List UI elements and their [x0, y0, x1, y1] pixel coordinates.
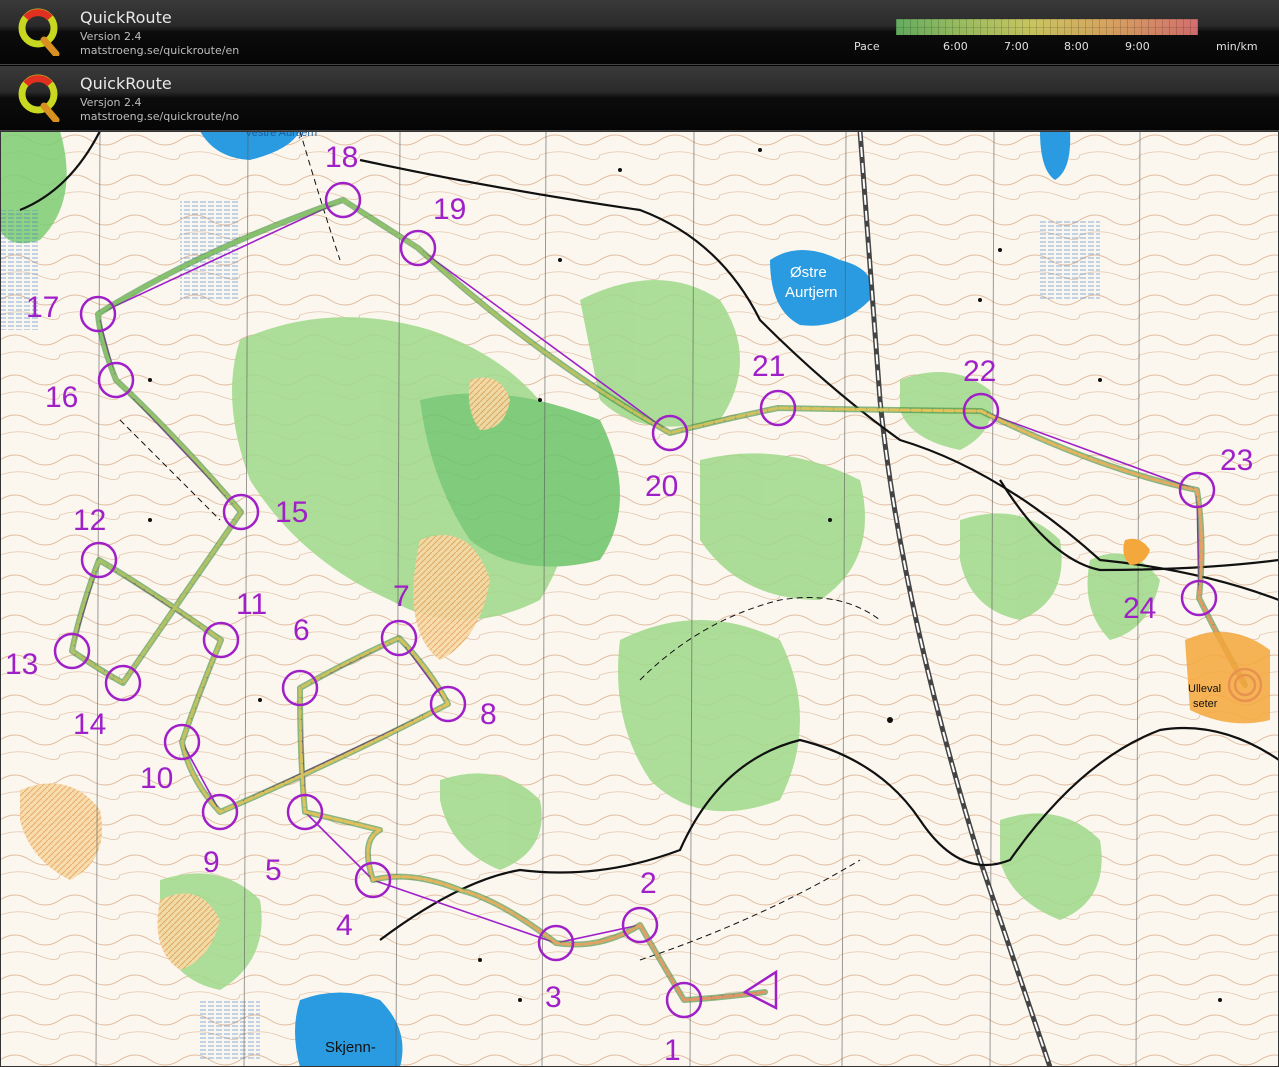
pace-color-grid — [896, 19, 1198, 35]
control-number: 4 — [336, 909, 353, 942]
app-version: Version 2.4 — [80, 30, 142, 43]
control-number: 2 — [640, 867, 657, 900]
control-number: 8 — [480, 698, 497, 731]
control-number: 13 — [5, 648, 38, 681]
control-number: 19 — [433, 193, 466, 226]
control-number: 17 — [26, 291, 59, 324]
control-number: 22 — [963, 355, 996, 388]
control-number: 23 — [1220, 444, 1253, 477]
lake-label-east: Østre — [790, 264, 827, 281]
app-title: QuickRoute — [80, 8, 172, 27]
control-number: 21 — [752, 350, 785, 383]
control-number: 6 — [293, 614, 310, 647]
app-url[interactable]: matstroeng.se/quickroute/no — [80, 110, 239, 123]
app-url[interactable]: matstroeng.se/quickroute/en — [80, 44, 239, 57]
pace-tick-6: 6:00 — [943, 40, 968, 53]
control-number: 12 — [73, 504, 106, 537]
control-number: 11 — [236, 588, 267, 621]
pace-tick-9: 9:00 — [1125, 40, 1150, 53]
control-number: 5 — [265, 854, 282, 887]
pace-tick-7: 7:00 — [1004, 40, 1029, 53]
control-number: 14 — [73, 708, 106, 741]
control-number: 16 — [45, 381, 78, 414]
app-title: QuickRoute — [80, 74, 172, 93]
finish-label: Ulleval — [1188, 683, 1221, 695]
header-en: QuickRoute Version 2.4 matstroeng.se/qui… — [0, 0, 1279, 65]
lake-label-south: Skjenn- — [325, 1039, 376, 1056]
control-number: 24 — [1123, 592, 1156, 625]
control-number: 20 — [645, 470, 678, 503]
control-number: 18 — [325, 141, 358, 174]
orienteering-map[interactable]: 1 2 3 4 5 6 7 8 9 10 11 12 13 14 15 16 1… — [0, 131, 1279, 1067]
lake-label-east: Aurtjern — [785, 284, 838, 301]
control-number: 7 — [393, 580, 410, 613]
control-number: 1 — [664, 1034, 681, 1067]
control-number: 3 — [545, 981, 562, 1014]
control-number: 15 — [275, 496, 308, 529]
lake-label-top: Vestre Aurtjern — [245, 131, 317, 139]
header-no: QuickRoute Versjon 2.4 matstroeng.se/qui… — [0, 66, 1279, 131]
pace-unit: min/km — [1216, 40, 1258, 53]
pace-tick-8: 8:00 — [1064, 40, 1089, 53]
quickroute-logo-icon — [18, 8, 60, 56]
quickroute-logo-icon — [18, 74, 60, 122]
finish-label: seter — [1193, 698, 1218, 710]
control-number: 10 — [140, 762, 173, 795]
app-version: Versjon 2.4 — [80, 96, 142, 109]
pace-label: Pace — [854, 40, 880, 53]
control-number: 9 — [203, 846, 220, 879]
